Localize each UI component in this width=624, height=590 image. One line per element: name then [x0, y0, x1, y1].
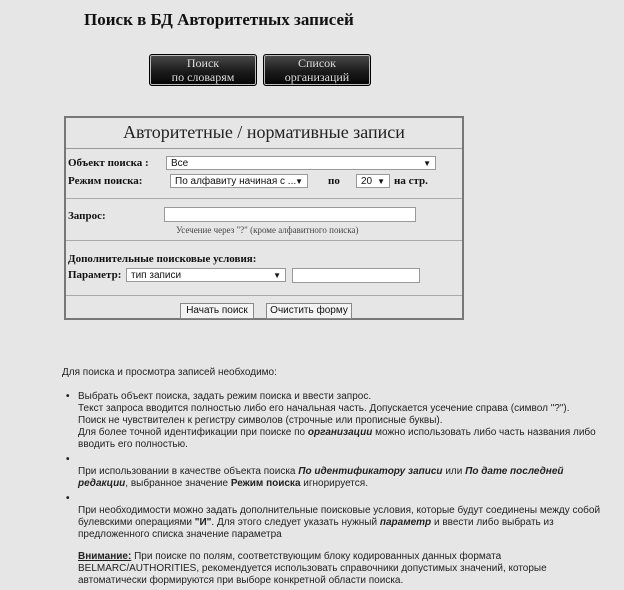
parameter-select[interactable]: тип записи ▼ — [126, 268, 286, 282]
dictionary-search-label-1: Поиск — [186, 56, 220, 70]
help-text: При использовании в качестве объекта пои… — [78, 466, 299, 477]
search-form-panel: Авторитетные / нормативные записи Объект… — [64, 116, 464, 320]
help-text: игнорируется. — [300, 478, 368, 489]
organizations-list-label-2: организаций — [284, 70, 350, 84]
dropdown-arrow-icon: ▼ — [273, 271, 281, 280]
dictionary-search-label-2: по словарям — [171, 70, 235, 84]
note-text: При поиске по полям, соответствующим бло… — [78, 551, 547, 586]
dropdown-arrow-icon: ▼ — [423, 159, 431, 168]
parameter-value-input[interactable] — [292, 268, 420, 283]
query-input[interactable] — [164, 207, 416, 222]
help-text: . Для этого следует указать нужный — [211, 517, 380, 528]
organizations-list-label-1: Список — [297, 56, 336, 70]
query-label: Запрос: — [68, 210, 106, 222]
help-spacer — [78, 493, 602, 505]
help-line: Текст запроса вводится полностью либо ег… — [78, 403, 570, 414]
help-emphasis: По идентификатору записи — [298, 466, 443, 477]
query-hint: Усечение через "?" (кроме алфавитного по… — [176, 225, 359, 235]
form-title: Авторитетные / нормативные записи — [66, 118, 462, 149]
mode-label: Режим поиска: — [68, 175, 143, 187]
help-line: Поиск не чувствителен к регистру символо… — [78, 415, 443, 426]
note-label: Внимание: — [78, 551, 132, 562]
mode-select-value: По алфавиту начиная с ... — [175, 176, 297, 187]
help-line: Выбрать объект поиска, задать режим поис… — [78, 391, 372, 402]
help-text: , выбранное значение — [125, 478, 231, 489]
object-select[interactable]: Все ▼ — [166, 156, 436, 170]
page-title: Поиск в БД Авторитетных записей — [84, 10, 354, 29]
help-line: При использовании в качестве объекта пои… — [78, 466, 602, 490]
per-page-value: 20 — [361, 176, 373, 187]
help-line: Для более точной идентификации при поиск… — [78, 427, 602, 451]
help-item: Выбрать объект поиска, задать режим поис… — [62, 391, 602, 451]
help-emphasis: "И" — [194, 517, 212, 528]
organizations-list-button[interactable]: Список организаций — [263, 54, 371, 86]
extra-conditions-title: Дополнительные поисковые условия: — [68, 253, 257, 265]
object-select-value: Все — [171, 158, 189, 169]
per-page-suffix: на стр. — [394, 175, 428, 187]
dropdown-arrow-icon: ▼ — [377, 177, 385, 186]
divider — [66, 198, 462, 199]
per-page-label: по — [328, 175, 340, 187]
clear-form-button[interactable]: Очистить форму — [266, 303, 352, 319]
help-emphasis: параметр — [379, 517, 432, 528]
parameter-select-value: тип записи — [131, 270, 182, 281]
help-intro: Для поиска и просмотра записей необходим… — [62, 367, 277, 378]
help-note: Внимание: При поиске по полям, соответст… — [78, 551, 602, 587]
parameter-label: Параметр: — [68, 269, 122, 281]
start-search-button[interactable]: Начать поиск — [180, 303, 254, 319]
divider — [66, 295, 462, 296]
help-list: Выбрать объект поиска, задать режим поис… — [62, 391, 602, 587]
help-line: При необходимости можно задать дополните… — [78, 505, 602, 541]
help-item: При использовании в качестве объекта пои… — [62, 454, 602, 490]
dictionary-search-button[interactable]: Поиск по словарям — [149, 54, 257, 86]
dropdown-arrow-icon: ▼ — [295, 177, 303, 186]
help-emphasis: организации — [307, 427, 373, 438]
help-section: Для поиска и просмотра записей необходим… — [62, 367, 602, 587]
help-text: или — [442, 466, 466, 477]
object-label: Объект поиска : — [68, 157, 149, 169]
per-page-select[interactable]: 20 ▼ — [356, 174, 390, 188]
divider — [66, 240, 462, 241]
help-spacer — [78, 454, 602, 466]
help-emphasis: Режим поиска — [230, 478, 301, 489]
help-text: Для более точной идентификации при поиск… — [78, 427, 308, 438]
mode-select[interactable]: По алфавиту начиная с ... ▼ — [170, 174, 308, 188]
help-item: При необходимости можно задать дополните… — [62, 493, 602, 587]
